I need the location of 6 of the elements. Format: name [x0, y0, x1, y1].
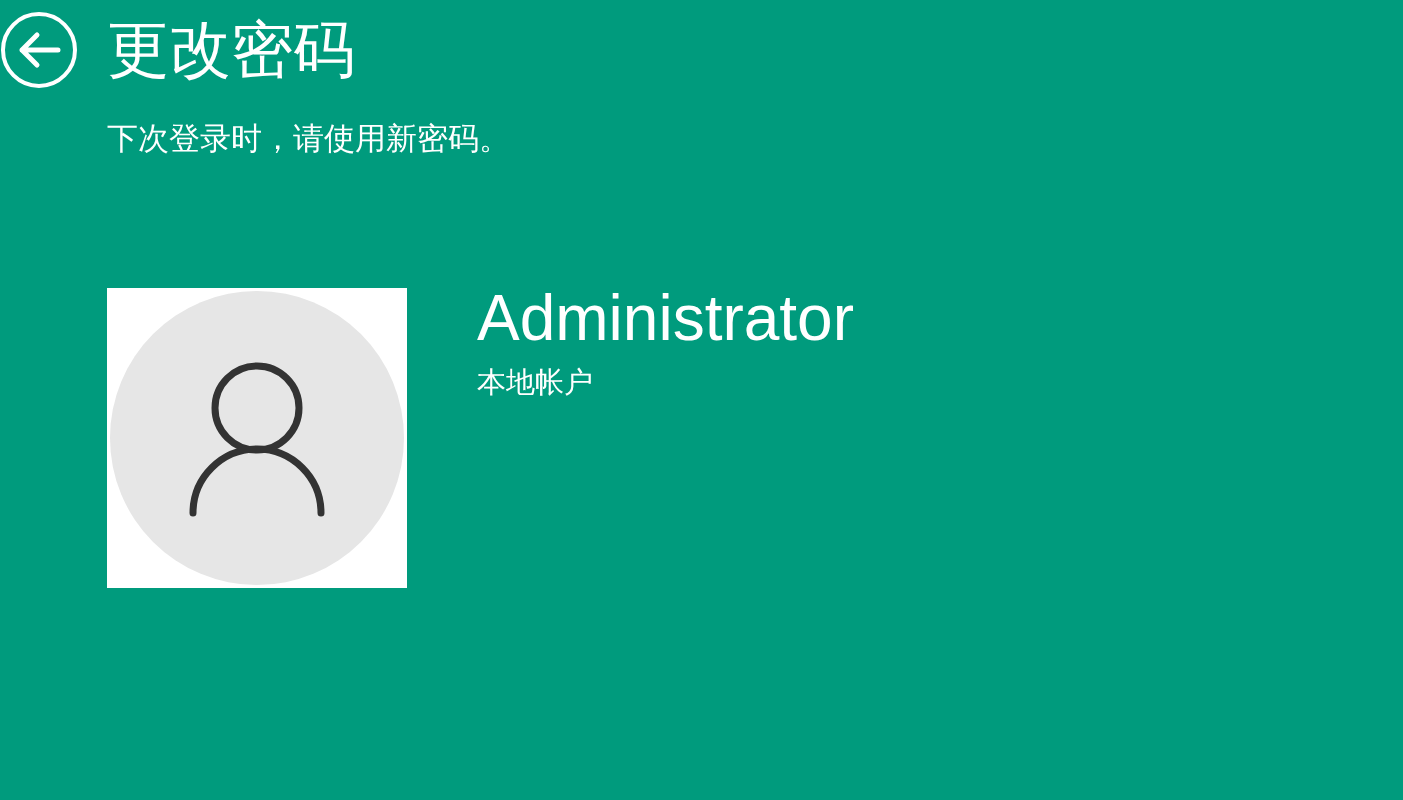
account-name: Administrator — [477, 281, 854, 356]
user-icon — [189, 362, 325, 517]
account-type: 本地帐户 — [477, 364, 593, 401]
instruction-text: 下次登录时，请使用新密码。 — [107, 119, 511, 158]
page-title: 更改密码 — [107, 12, 355, 88]
back-button[interactable] — [0, 11, 78, 89]
